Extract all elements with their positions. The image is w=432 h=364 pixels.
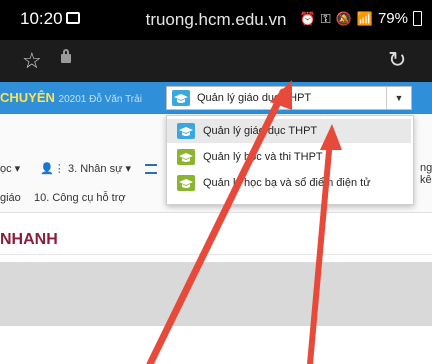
annotation-arrows [146,80,342,364]
arrow-to-select [146,80,292,364]
arrow-to-option [307,124,342,364]
